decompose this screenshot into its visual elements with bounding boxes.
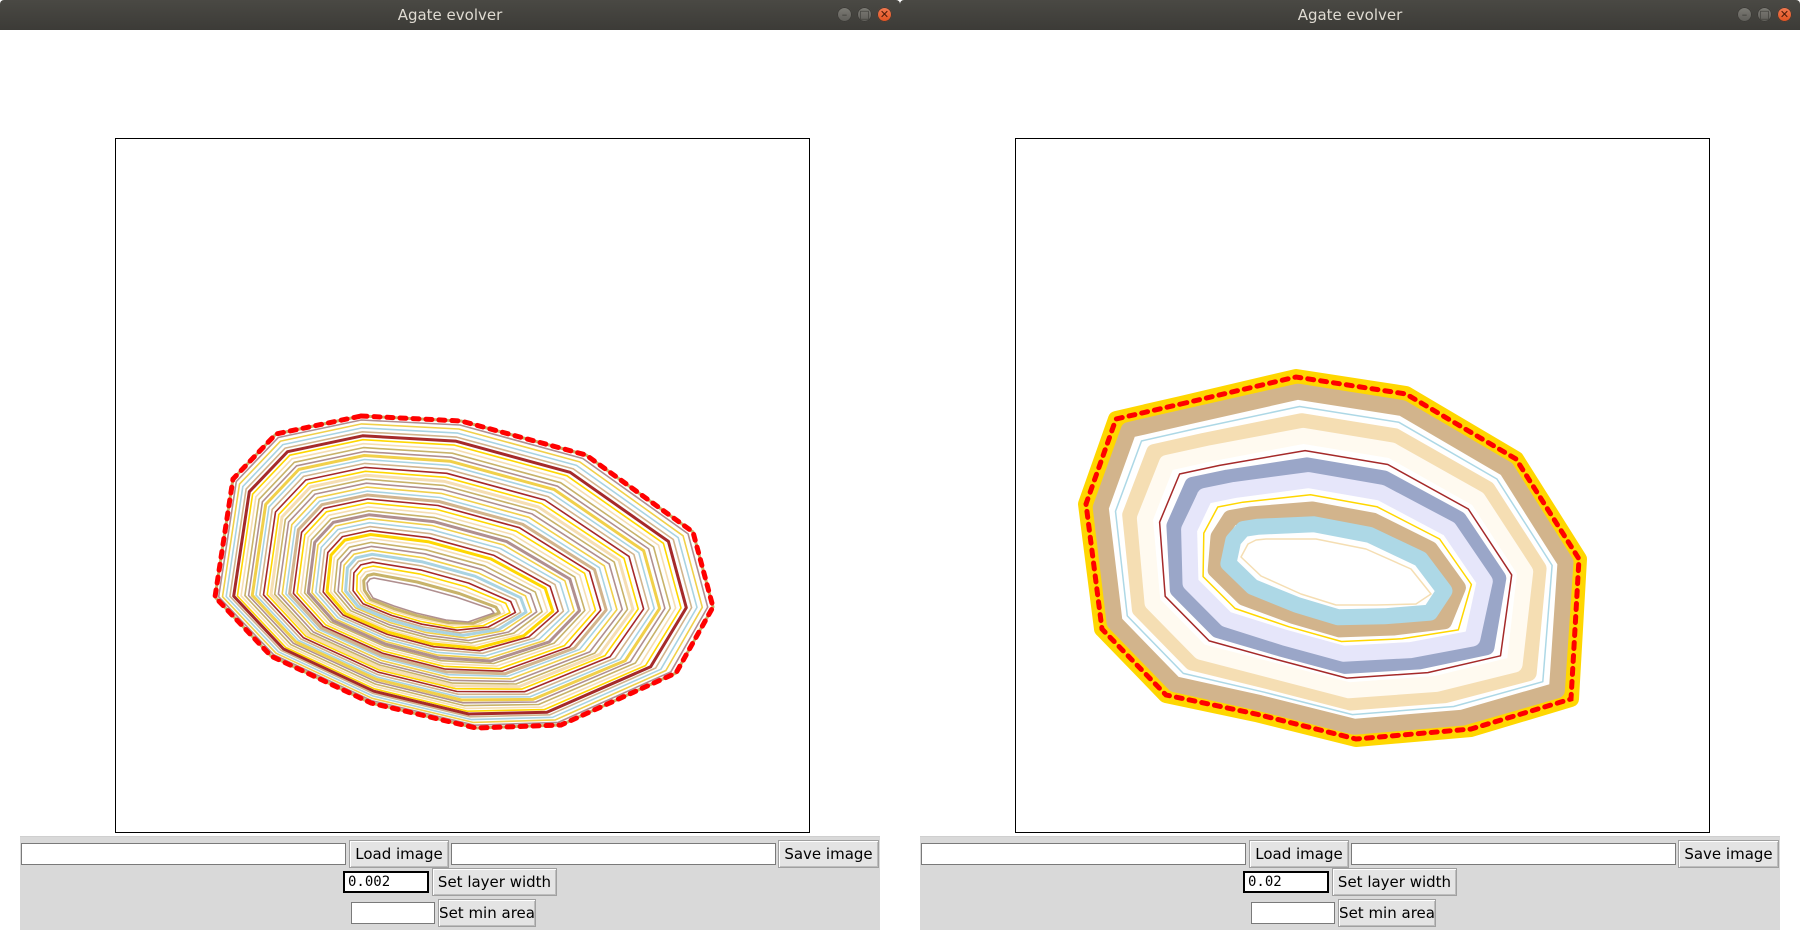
minimize-icon[interactable]: – xyxy=(837,7,852,22)
window-title: Agate evolver xyxy=(1297,6,1403,24)
close-icon[interactable]: ✕ xyxy=(1777,7,1792,22)
minimize-icon[interactable]: – xyxy=(1737,7,1752,22)
control-panel: Load image Save image 0.002 Set layer wi… xyxy=(20,836,880,930)
set-min-area-button[interactable]: Set min area xyxy=(1338,899,1436,927)
layer-width-input[interactable]: 0.02 xyxy=(1243,871,1329,893)
agate-canvas[interactable] xyxy=(115,138,810,833)
min-area-input[interactable] xyxy=(351,902,435,924)
load-image-button[interactable]: Load image xyxy=(1249,840,1349,868)
save-image-button[interactable]: Save image xyxy=(1678,840,1779,868)
load-image-button[interactable]: Load image xyxy=(349,840,449,868)
agate-drawing xyxy=(212,413,716,731)
layer-width-input[interactable]: 0.002 xyxy=(343,871,429,893)
close-icon[interactable]: ✕ xyxy=(877,7,892,22)
set-min-area-button[interactable]: Set min area xyxy=(438,899,536,927)
title-bar[interactable]: Agate evolver – □ ✕ xyxy=(900,0,1800,30)
set-layer-width-button[interactable]: Set layer width xyxy=(1332,868,1457,896)
control-panel: Load image Save image 0.02 Set layer wid… xyxy=(920,836,1780,930)
agate-drawing xyxy=(1078,369,1587,747)
maximize-icon[interactable]: □ xyxy=(1757,7,1772,22)
title-bar[interactable]: Agate evolver – □ ✕ xyxy=(0,0,900,30)
agate-evolver-window-left: Agate evolver – □ ✕ Load image Save imag… xyxy=(0,0,900,930)
agate-canvas[interactable] xyxy=(1015,138,1710,833)
agate-evolver-window-right: Agate evolver – □ ✕ Load image Save imag… xyxy=(900,0,1800,930)
save-image-button[interactable]: Save image xyxy=(778,840,879,868)
load-path-input[interactable] xyxy=(21,843,346,865)
window-title: Agate evolver xyxy=(397,6,503,24)
min-area-input[interactable] xyxy=(1251,902,1335,924)
save-path-input[interactable] xyxy=(451,843,776,865)
save-path-input[interactable] xyxy=(1351,843,1676,865)
maximize-icon[interactable]: □ xyxy=(857,7,872,22)
set-layer-width-button[interactable]: Set layer width xyxy=(432,868,557,896)
load-path-input[interactable] xyxy=(921,843,1246,865)
